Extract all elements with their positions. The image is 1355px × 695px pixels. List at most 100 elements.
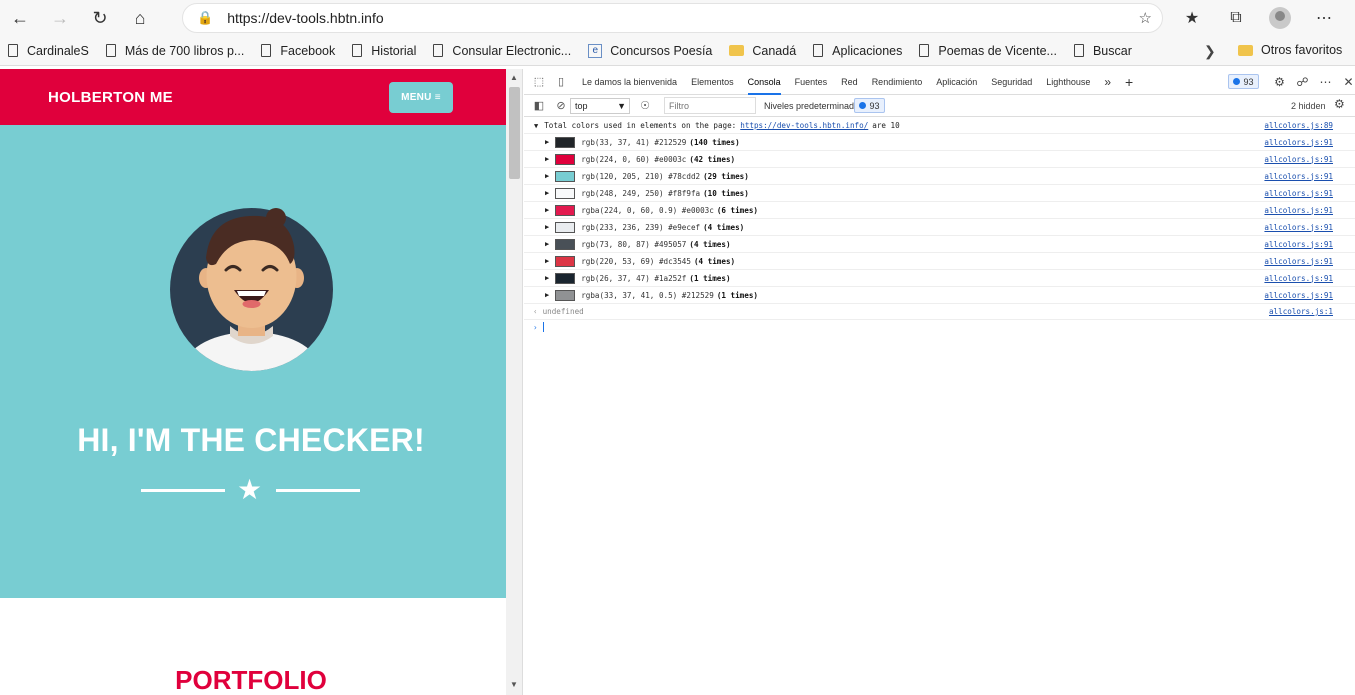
menu-button[interactable]: MENU ≡ [389,82,453,113]
forward-button[interactable]: → [40,0,80,36]
expand-triangle-icon[interactable]: ▶ [545,189,549,197]
bookmark-cardinales[interactable]: CardinaleS [8,44,89,58]
tab-security[interactable]: Seguridad [991,69,1032,95]
tab-sources[interactable]: Fuentes [795,69,828,95]
log-source-link[interactable]: allcolors.js:89 [1264,121,1333,130]
expand-triangle-icon[interactable]: ▶ [545,172,549,180]
tab-performance[interactable]: Rendimiento [872,69,923,95]
color-value: rgb(224, 0, 60) #e0003c [581,154,687,164]
color-swatch [555,255,576,267]
row-source-link[interactable]: allcolors.js:91 [1264,189,1333,198]
profile-button[interactable] [1258,7,1302,29]
row-source-link[interactable]: allcolors.js:91 [1264,206,1333,215]
site-brand[interactable]: HOLBERTON ME [48,89,173,106]
close-icon[interactable]: ✕ [1337,75,1355,89]
color-row[interactable]: ▶ rgb(73, 80, 87) #495057 (4 times) allcolo… [524,236,1355,253]
bookmark-canada[interactable]: Canadá [729,44,796,58]
filter-input[interactable] [664,97,756,114]
add-tab-icon[interactable]: + [1125,69,1133,95]
color-row[interactable]: ▶ rgba(224, 0, 60, 0.9) #e0003c (6 times) a… [524,202,1355,219]
color-value: rgb(73, 80, 87) #495057 [581,239,687,249]
color-row[interactable]: ▶ rgb(26, 37, 47) #1a252f (1 times) allcolo… [524,270,1355,287]
tab-elements[interactable]: Elementos [691,69,734,95]
other-favorites[interactable]: Otros favoritos [1238,43,1342,57]
bookmark-libros[interactable]: Más de 700 libros p... [105,44,244,58]
page-icon [105,44,116,57]
home-button[interactable]: ⌂ [120,0,160,36]
expand-triangle-icon[interactable]: ▶ [545,240,549,248]
row-source-link[interactable]: allcolors.js:91 [1264,291,1333,300]
expand-triangle-icon[interactable]: ▶ [545,206,549,214]
bookmark-aplicaciones[interactable]: Aplicaciones [813,44,902,58]
console-toolbar: ◧ ⊘ top▼ ☉ Niveles predeterminados ▼ [524,95,1355,117]
bookmark-buscar[interactable]: Buscar [1073,44,1132,58]
bookmark-historial[interactable]: Historial [352,44,416,58]
eye-icon[interactable]: ☉ [638,99,652,113]
sidebar-toggle-icon[interactable]: ◧ [532,99,546,113]
inspect-icon[interactable]: ⬚ [532,75,546,89]
connect-icon[interactable]: ☍ [1291,75,1314,89]
tab-network[interactable]: Red [841,69,858,95]
issues-badge[interactable]: 93 [1228,74,1259,89]
site-scrollbar[interactable]: ▲ ▼ [506,69,523,695]
favorites-icon[interactable]: ★ [1170,8,1214,28]
color-row[interactable]: ▶ rgb(233, 236, 239) #e9ecef (4 times) allc… [524,219,1355,236]
scroll-thumb[interactable] [509,87,520,179]
expand-triangle-icon[interactable]: ▶ [545,274,549,282]
scroll-down-icon[interactable]: ▼ [510,680,518,689]
tab-application[interactable]: Aplicación [936,69,977,95]
expand-triangle-icon[interactable]: ▶ [545,257,549,265]
tab-lighthouse[interactable]: Lighthouse [1046,69,1090,95]
color-row[interactable]: ▶ rgb(224, 0, 60) #e0003c (42 times) allcol… [524,151,1355,168]
collapse-triangle-icon[interactable]: ▼ [534,122,538,130]
row-source-link[interactable]: allcolors.js:91 [1264,257,1333,266]
row-source-link[interactable]: allcolors.js:91 [1264,274,1333,283]
more-menu-icon[interactable]: ⋯ [1302,8,1346,28]
page-link[interactable]: https://dev-tools.hbtn.info/ [740,121,868,130]
tab-console[interactable]: Consola [747,69,781,95]
bookmark-poemas[interactable]: Poemas de Vicente... [919,44,1057,58]
more-options-icon[interactable]: ⋯ [1314,75,1337,89]
color-row[interactable]: ▶ rgb(248, 249, 250) #f8f9fa (10 times) all… [524,185,1355,202]
star-icon: ★ [237,474,263,505]
tab-welcome[interactable]: Le damos la bienvenida [582,69,677,95]
hidden-count: 2 hidden [1291,101,1326,111]
color-row[interactable]: ▶ rgb(220, 53, 69) #dc3545 (4 times) allcol… [524,253,1355,270]
back-button[interactable]: ← [0,0,40,36]
row-source-link[interactable]: allcolors.js:91 [1264,155,1333,164]
settings-gear-icon[interactable]: ⚙ [1268,75,1291,89]
row-source-link[interactable]: allcolors.js:91 [1264,138,1333,147]
return-source-link[interactable]: allcolors.js:1 [1269,307,1333,316]
row-source-link[interactable]: allcolors.js:91 [1264,240,1333,249]
clear-console-icon[interactable]: ⊘ [554,99,568,113]
add-favorite-icon[interactable]: ☆ [1139,9,1152,27]
color-row[interactable]: ▶ rgba(33, 37, 41, 0.5) #212529 (1 times) a… [524,287,1355,304]
more-tabs-icon[interactable]: » [1104,69,1111,95]
expand-triangle-icon[interactable]: ▶ [545,155,549,163]
color-count: (140 times) [689,137,740,147]
expand-triangle-icon[interactable]: ▶ [545,223,549,231]
home-icon: ⌂ [134,7,146,28]
context-select[interactable]: top ▼ [570,97,630,114]
color-row[interactable]: ▶ rgb(33, 37, 41) #212529 (140 times) allco… [524,134,1355,151]
row-source-link[interactable]: allcolors.js:91 [1264,172,1333,181]
bookmark-facebook[interactable]: Facebook [261,44,335,58]
console-settings-icon[interactable]: ⚙ [1334,97,1345,111]
chevron-right-icon[interactable]: ❯ [1204,43,1216,60]
collections-icon[interactable]: ⧉ [1214,9,1258,27]
color-count: (1 times) [716,290,758,300]
bookmark-consular[interactable]: Consular Electronic... [433,44,571,58]
device-toolbar-icon[interactable]: ▯ [554,75,568,89]
issues-badge-console[interactable]: 93 [854,98,885,113]
log-summary[interactable]: ▼ Total colors used in elements on the p… [524,118,1355,134]
scroll-up-icon[interactable]: ▲ [510,73,518,82]
expand-triangle-icon[interactable]: ▶ [545,138,549,146]
divider-line-left [141,489,225,492]
expand-triangle-icon[interactable]: ▶ [545,291,549,299]
reload-button[interactable]: ↻ [80,0,120,36]
color-row[interactable]: ▶ rgb(120, 205, 210) #78cdd2 (29 times) all… [524,168,1355,185]
row-source-link[interactable]: allcolors.js:91 [1264,223,1333,232]
bookmark-concursos[interactable]: e Concursos Poesía [588,43,712,58]
address-bar[interactable]: 🔒 https://dev-tools.hbtn.info ☆ [182,3,1163,33]
console-prompt[interactable]: › [524,320,1355,334]
